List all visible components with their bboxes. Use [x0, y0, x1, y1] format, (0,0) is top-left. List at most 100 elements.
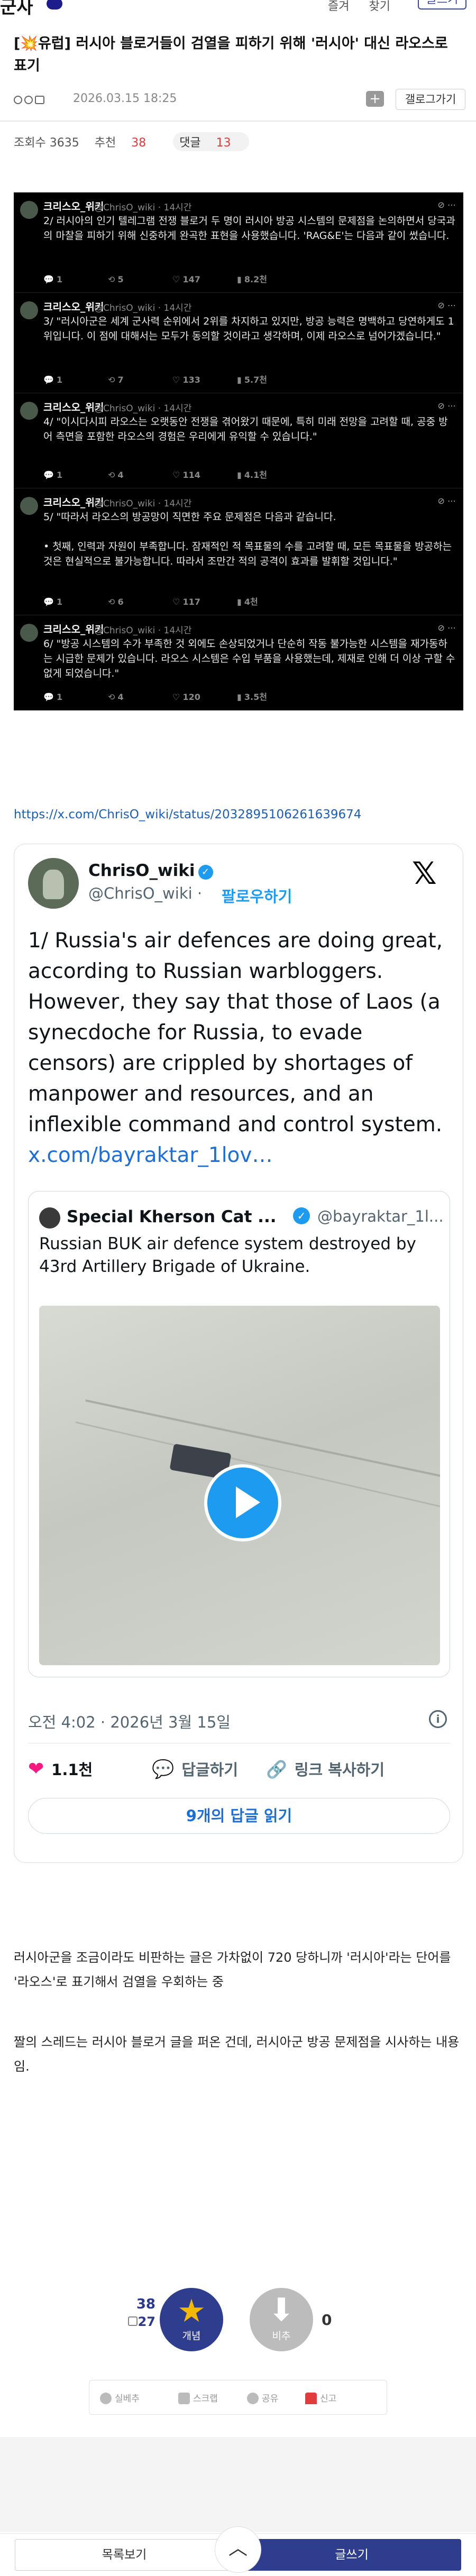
vote-area: 38 27 ★ 개념 ⬇ 비추 0 — [128, 2288, 353, 2362]
star-icon: ★ — [177, 2293, 206, 2330]
source-link[interactable]: https://x.com/ChrisO_wiki/status/2032895… — [14, 808, 361, 821]
upvote-count: 38 — [136, 2296, 155, 2312]
play-icon[interactable] — [204, 1464, 281, 1541]
embedded-reply-value: 1 — [57, 597, 63, 607]
embedded-like-count: ♡ 114 — [172, 470, 200, 480]
embedded-reply-count: 💬 1 — [43, 274, 63, 284]
recommend-stat: 추천 38 — [95, 136, 158, 150]
comment-count-pill[interactable]: 댓글 13 — [173, 132, 249, 151]
downvote-label: 비추 — [272, 2330, 291, 2342]
embedded-handle: @ChrisO_wiki · 14시간 — [94, 498, 192, 509]
embedded-like-value: 120 — [182, 692, 200, 702]
quote-avatar — [39, 1207, 60, 1229]
quoted-tweet[interactable]: Special Kherson Cat ... ✓ @bayraktar_1l.… — [28, 1191, 450, 1677]
embedded-repost-value: 6 — [117, 597, 124, 607]
embedded-repost-count: ⟲ 4 — [108, 470, 124, 480]
embedded-repost-value: 7 — [117, 375, 124, 385]
share-label: 실베추 — [115, 2394, 140, 2404]
video-thumbnail[interactable] — [39, 1306, 440, 1665]
siren-icon — [305, 2393, 317, 2404]
info-icon[interactable]: i — [429, 1710, 447, 1728]
embedded-view-count: ▮ 4천 — [237, 597, 258, 607]
post-stats: 조회수 3635 추천 38 댓글 13 — [14, 132, 261, 153]
upvote-button[interactable]: ★ 개념 — [160, 2288, 223, 2351]
copy-link-button[interactable]: 🔗 링크 복사하기 — [266, 1758, 385, 1780]
embedded-view-count: ▮ 8.2천 — [237, 274, 267, 284]
write-button[interactable]: 글쓰기 — [242, 2539, 461, 2571]
embedded-repost-value: 4 — [117, 692, 124, 702]
embedded-actions: 💬 1 ⟲ 6 ♡ 117 ▮ 4천 — [43, 595, 451, 607]
embedded-post: 크리스오_위키 @ChrisO_wiki · 14시간 ⊘ ⋯ 6/ "방공 시스템의… — [14, 615, 463, 710]
header-link-0[interactable]: 즐겨 — [328, 0, 349, 13]
copy-link-label: 링크 복사하기 — [294, 1761, 385, 1779]
scrap-button[interactable]: 스크랩 — [178, 2391, 218, 2404]
embedded-like-count: ♡ 120 — [172, 692, 200, 702]
reply-button[interactable]: 💬 답글하기 — [152, 1758, 238, 1780]
bottom-bar: 목록보기 글쓰기 ︿ — [0, 2526, 476, 2576]
embedded-avatar — [20, 201, 38, 219]
fixed-upvote-count: 27 — [138, 2314, 155, 2329]
tweet-handle[interactable]: @ChrisO_wiki · — [88, 884, 202, 902]
embedded-more-icon: ⊘ ⋯ — [437, 300, 456, 310]
comment-label: 댓글 — [179, 136, 201, 150]
embedded-reply-count: 💬 1 — [43, 692, 63, 702]
share-label: 스크랩 — [193, 2394, 218, 2404]
fixed-nick-icon — [14, 96, 22, 104]
add-icon[interactable]: + — [366, 91, 384, 107]
verified-badge-icon: ✓ — [198, 865, 213, 880]
embedded-like-count: ♡ 147 — [172, 274, 200, 284]
embedded-avatar — [20, 402, 38, 420]
embedded-more-icon: ⊘ ⋯ — [437, 200, 456, 210]
gallog-button[interactable]: 갤로그가기 — [396, 89, 465, 110]
embedded-more-icon: ⊘ ⋯ — [437, 496, 456, 506]
site-brand[interactable]: 군사 — [0, 0, 33, 19]
tweet-author-name: ChrisO_wiki — [88, 861, 195, 880]
tweet-text: 1/ Russia's air defences are doing great… — [28, 929, 443, 1137]
embedded-view-value: 5.7천 — [244, 375, 267, 385]
best-report-button[interactable]: 실베추 — [100, 2391, 140, 2404]
x-logo-icon[interactable]: 𝕏 — [412, 858, 437, 889]
list-button[interactable]: 목록보기 — [15, 2539, 234, 2571]
embedded-post: 크리스오_위키 @ChrisO_wiki · 14시간 ⊘ ⋯ 2/ 러시아의 인기 … — [14, 192, 463, 293]
embedded-reply-count: 💬 1 — [43, 375, 63, 385]
recommend-count: 38 — [131, 136, 147, 150]
downvote-count: 0 — [322, 2311, 332, 2329]
read-replies-button[interactable]: 9개의 답글 읽기 — [28, 1798, 450, 1834]
header-write-button[interactable]: 글쓰기 — [418, 0, 466, 10]
scrap-icon — [178, 2393, 190, 2404]
post-paragraph: 러시아군을 조금이라도 비판하는 글은 가차없이 720 당하니까 '러시아'라… — [14, 1950, 451, 1989]
quote-text: Russian BUK air defence system destroyed… — [39, 1234, 416, 1276]
quote-handle: @bayraktar_1l... — [317, 1207, 444, 1225]
share-bar: 실베추 스크랩 공유 신고 — [89, 2380, 387, 2415]
header-link-1[interactable]: 찾기 — [369, 0, 390, 13]
tweet-author[interactable]: ChrisO_wiki ✓ — [88, 861, 213, 880]
embedded-reply-value: 1 — [57, 470, 63, 480]
post-meta: 2026.03.15 18:25 + 갤로그가기 — [14, 89, 465, 110]
embedded-like-count: ♡ 117 — [172, 597, 200, 607]
embedded-repost-value: 5 — [117, 274, 124, 284]
follow-button[interactable]: 팔로우하기 — [222, 884, 292, 907]
embedded-post: 크리스오_위키 @ChrisO_wiki · 14시간 ⊘ ⋯ 3/ "러시아군은 세… — [14, 293, 463, 393]
embedded-repost-count: ⟲ 4 — [108, 692, 124, 702]
tweet-link[interactable]: x.com/bayraktar_1lov… — [28, 1140, 451, 1171]
post-title: [💥유럽] 러시아 블로거들이 검열을 피하기 위해 '러시아' 대신 라오스로… — [14, 35, 448, 74]
scroll-top-icon[interactable]: ︿ — [215, 2526, 261, 2573]
tweet-time[interactable]: 오전 4:02 · 2026년 3월 15일 — [28, 1710, 231, 1732]
like-button[interactable]: ❤ 1.1천 — [28, 1758, 93, 1780]
report-button[interactable]: 신고 — [305, 2391, 336, 2404]
tweet-handle-text: @ChrisO_wiki — [88, 884, 193, 902]
upvote-label: 개념 — [182, 2330, 201, 2342]
downvote-button[interactable]: ⬇ 비추 — [250, 2288, 313, 2351]
share-label: 공유 — [262, 2394, 279, 2404]
embedded-repost-count: ⟲ 6 — [108, 597, 124, 607]
tweet-avatar[interactable] — [28, 858, 79, 909]
heart-icon: ❤ — [28, 1758, 44, 1780]
embedded-repost-count: ⟲ 5 — [108, 274, 124, 284]
embedded-reply-count: 💬 1 — [43, 597, 63, 607]
bottom-spacer — [0, 2437, 476, 2532]
share-button[interactable]: 공유 — [247, 2391, 278, 2404]
embedded-text: 3/ "러시아군은 세계 군사력 순위에서 2위를 차지하고 있지만, 방공 능… — [43, 316, 454, 342]
embedded-avatar — [20, 624, 38, 642]
embedded-handle: @ChrisO_wiki · 14시간 — [94, 625, 192, 636]
embedded-view-value: 3.5천 — [244, 692, 267, 702]
